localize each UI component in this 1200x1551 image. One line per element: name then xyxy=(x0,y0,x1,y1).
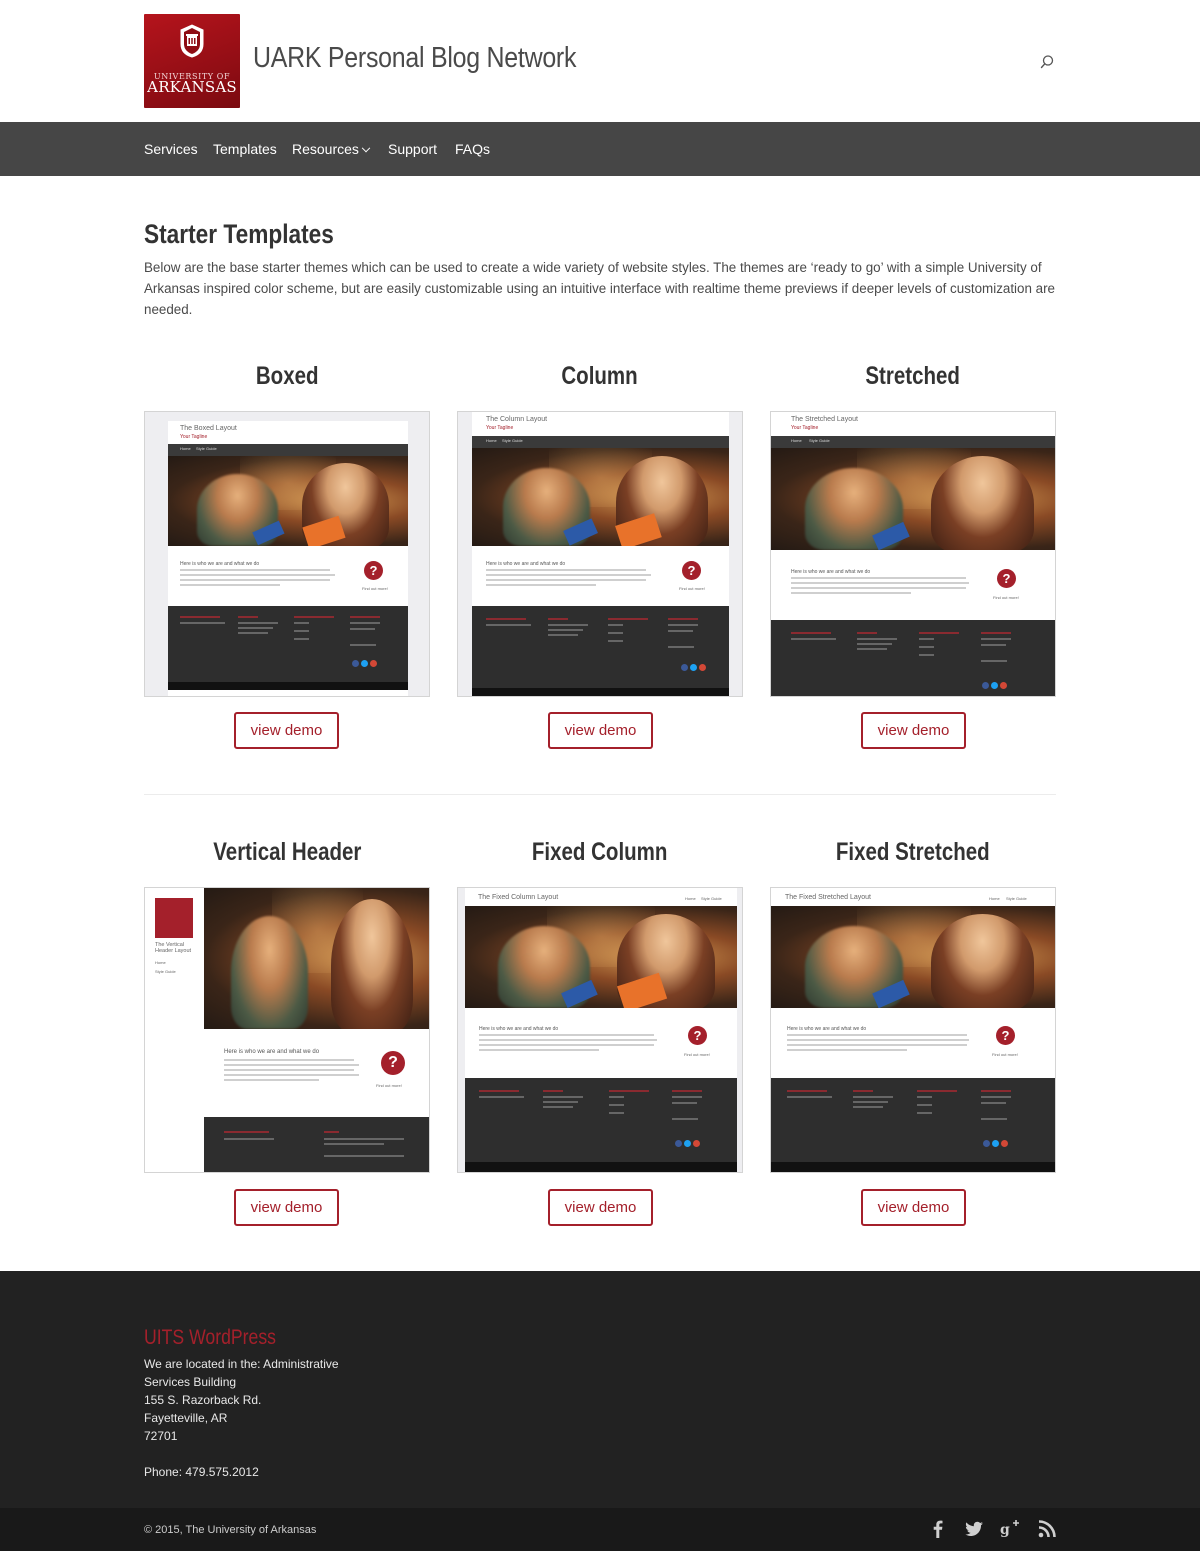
view-demo-button-boxed[interactable]: view demo xyxy=(234,712,339,749)
footer-address-line: 72701 xyxy=(144,1429,178,1443)
hero-image xyxy=(472,448,729,546)
mock-layout-title: The Fixed Column Layout xyxy=(478,894,559,901)
mock-body: Here is who we are and what we do ? Find… xyxy=(168,546,408,606)
footer-address-line: We are located in the: Administrative xyxy=(144,1357,339,1371)
mock-layout-title: The Column Layout xyxy=(486,416,548,423)
template-title-fixed-stretched: Fixed Stretched xyxy=(836,838,990,866)
nav-item-resources[interactable]: Resources xyxy=(292,141,371,157)
template-title-stretched: Stretched xyxy=(865,362,961,390)
template-preview-column[interactable]: The Column Layout Your Tagline Home Style… xyxy=(457,411,743,697)
nav-item-support[interactable]: Support xyxy=(388,141,437,157)
mock-body: Here is who we are and what we do ? Find… xyxy=(204,1029,429,1117)
template-title-column: Column xyxy=(561,362,639,390)
template-preview-vertical-header[interactable]: The Vertical Header Layout Home Style Gu… xyxy=(144,887,430,1173)
hero-image xyxy=(465,906,737,1008)
nav-label: FAQs xyxy=(455,141,491,157)
footer-address-line: 155 S. Razorback Rd. xyxy=(144,1393,262,1407)
template-preview-stretched[interactable]: The Stretched Layout Your Tagline Home St… xyxy=(770,411,1056,697)
question-icon: ? xyxy=(997,569,1016,588)
mock-tagline: Your Tagline xyxy=(791,425,819,431)
view-demo-button-stretched[interactable]: view demo xyxy=(861,712,966,749)
nav-label: Services xyxy=(144,141,198,157)
mock-layout-title: The Stretched Layout xyxy=(791,416,858,423)
hero-image xyxy=(771,448,1055,550)
footer-address-line: Fayetteville, AR xyxy=(144,1411,228,1425)
section-divider xyxy=(144,794,1056,795)
seal-icon xyxy=(180,24,204,58)
mock-bottom-bar xyxy=(465,1162,737,1172)
template-preview-fixed-column[interactable]: The Fixed Column Layout Home Style Guide… xyxy=(457,887,743,1173)
google-plus-icon[interactable]: g xyxy=(999,1518,1021,1540)
hero-image xyxy=(168,456,408,546)
mock-bottom-bar xyxy=(771,1162,1055,1172)
footer-title: UITS WordPress xyxy=(144,1326,277,1349)
hero-image xyxy=(204,888,429,1029)
nav-item-faqs[interactable]: FAQs xyxy=(455,141,490,157)
rss-icon[interactable] xyxy=(1036,1518,1058,1540)
view-demo-button-fixed-stretched[interactable]: view demo xyxy=(861,1189,966,1226)
template-title-fixed-column: Fixed Column xyxy=(532,838,668,866)
twitter-icon[interactable] xyxy=(963,1518,985,1540)
nav-label: Templates xyxy=(213,141,277,157)
template-title-vertical-header: Vertical Header xyxy=(212,838,362,866)
nav-item-services[interactable]: Services xyxy=(144,141,198,157)
template-preview-fixed-stretched[interactable]: The Fixed Stretched Layout Home Style Gu… xyxy=(770,887,1056,1173)
site-header: UNIVERSITY OF ARKANSAS UARK Personal Blo… xyxy=(0,0,1200,122)
mock-footer xyxy=(771,620,1055,696)
mock-bottom-bar xyxy=(472,688,729,696)
view-demo-button-column[interactable]: view demo xyxy=(548,712,653,749)
mock-nav: Home Style Guide xyxy=(472,436,729,448)
question-icon: ? xyxy=(381,1051,405,1075)
mock-footer xyxy=(472,606,729,688)
question-icon: ? xyxy=(682,561,701,580)
search-icon[interactable] xyxy=(1038,53,1056,71)
facebook-icon[interactable] xyxy=(927,1518,949,1540)
mock-body: Here is who we are and what we do ? Find… xyxy=(465,1008,737,1078)
mock-nav: Home Style Guide xyxy=(771,436,1055,448)
mock-nav: Home Style Guide xyxy=(168,444,408,456)
mock-body: Here is who we are and what we do ? Find… xyxy=(472,546,729,606)
mock-logo xyxy=(155,898,193,938)
nav-item-templates[interactable]: Templates xyxy=(213,141,277,157)
question-icon: ? xyxy=(688,1026,707,1045)
mock-footer xyxy=(771,1078,1055,1162)
university-logo[interactable]: UNIVERSITY OF ARKANSAS xyxy=(144,14,240,108)
template-preview-boxed[interactable]: The Boxed Layout Your Tagline Home Style … xyxy=(144,411,430,697)
template-title-boxed: Boxed xyxy=(255,362,319,390)
mock-bottom-bar xyxy=(168,682,408,690)
mock-tagline: Your Tagline xyxy=(486,425,514,431)
chevron-down-icon xyxy=(361,143,371,153)
view-demo-button-vertical-header[interactable]: view demo xyxy=(234,1189,339,1226)
mock-layout-title: The Vertical Header Layout xyxy=(155,942,192,954)
page-title: Starter Templates xyxy=(144,219,334,249)
question-icon: ? xyxy=(996,1026,1015,1045)
mock-tagline: Your Tagline xyxy=(180,434,208,440)
mock-body: Here is who we are and what we do ? Find… xyxy=(771,550,1055,620)
nav-label: Resources xyxy=(292,141,359,157)
hero-image xyxy=(771,906,1055,1008)
site-title[interactable]: UARK Personal Blog Network xyxy=(253,42,576,75)
footer-phone: Phone: 479.575.2012 xyxy=(144,1465,259,1479)
logo-text-bottom: ARKANSAS xyxy=(147,78,237,96)
mock-body: Here is who we are and what we do ? Find… xyxy=(771,1008,1055,1078)
mock-layout-title: The Boxed Layout xyxy=(180,425,237,432)
main-nav: Services Templates Resources Support FAQ… xyxy=(0,122,1200,176)
view-demo-button-fixed-column[interactable]: view demo xyxy=(548,1189,653,1226)
footer-address-line: Services Building xyxy=(144,1375,237,1389)
copyright: © 2015, The University of Arkansas xyxy=(144,1524,317,1536)
nav-label: Support xyxy=(388,141,438,157)
svg-text:g: g xyxy=(1000,1522,1010,1538)
mock-footer xyxy=(465,1078,737,1162)
mock-layout-title: The Fixed Stretched Layout xyxy=(785,894,871,901)
mock-footer xyxy=(168,606,408,682)
intro-text: Below are the base starter themes which … xyxy=(144,260,1055,317)
mock-footer xyxy=(204,1117,429,1172)
question-icon: ? xyxy=(364,561,383,580)
